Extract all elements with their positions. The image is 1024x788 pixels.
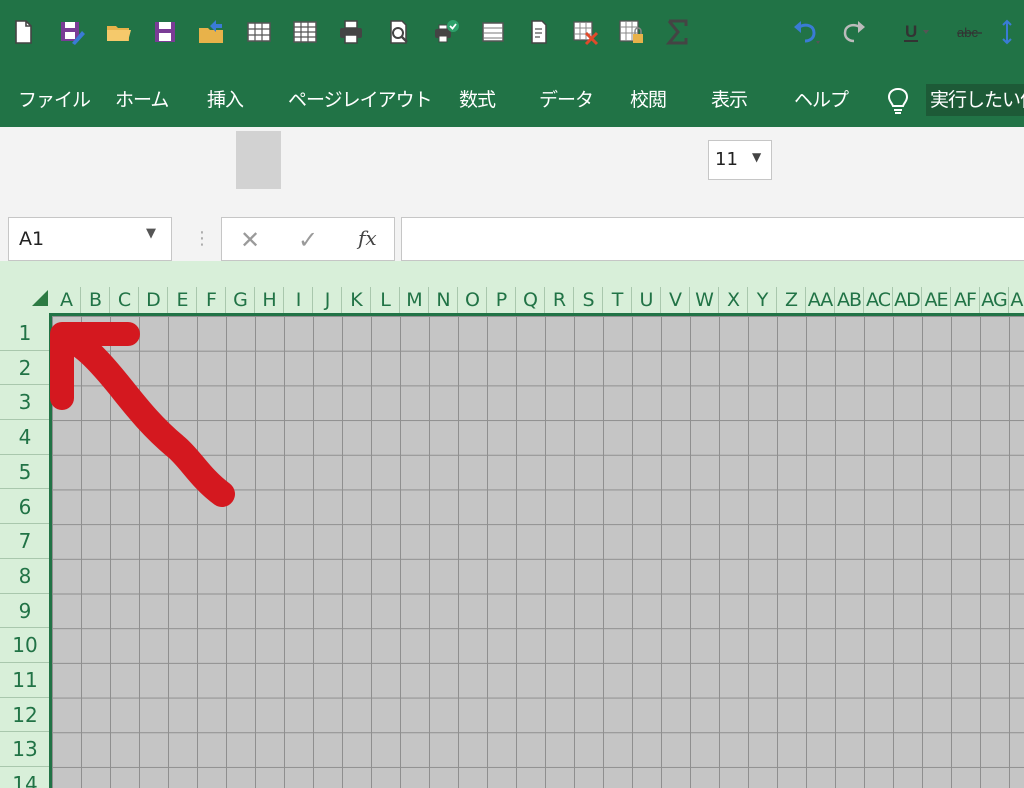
save-as-icon[interactable]	[56, 17, 86, 47]
column-header-c[interactable]: C	[110, 287, 139, 313]
sum-icon[interactable]	[662, 17, 692, 47]
undo-icon[interactable]	[790, 17, 820, 47]
column-header-t[interactable]: T	[603, 287, 632, 313]
column-header-m[interactable]: M	[400, 287, 429, 313]
redo-icon[interactable]	[840, 17, 870, 47]
row-header-10[interactable]: 10	[0, 628, 50, 663]
formula-buttons: ✕ ✓ fx	[221, 217, 395, 261]
menu-review[interactable]: 校閲	[630, 80, 667, 120]
column-header-ac[interactable]: AC	[864, 287, 893, 313]
row-header-11[interactable]: 11	[0, 663, 50, 698]
column-header-j[interactable]: J	[313, 287, 342, 313]
row-headers: 1 2 3 4 5 6 7 8 9 10 11 12 13 14	[0, 316, 52, 788]
recent-folder-icon[interactable]	[196, 17, 226, 47]
print-icon[interactable]	[336, 17, 366, 47]
row-header-5[interactable]: 5	[0, 455, 50, 490]
save-icon[interactable]	[150, 17, 180, 47]
column-header-x[interactable]: X	[719, 287, 748, 313]
column-header-z[interactable]: Z	[777, 287, 806, 313]
menu-formulas[interactable]: 数式	[459, 80, 496, 120]
chevron-down-icon[interactable]: ▼	[752, 150, 761, 164]
enter-icon[interactable]: ✓	[298, 226, 318, 254]
insert-function-icon[interactable]: fx	[358, 226, 377, 250]
selection-border-top	[52, 313, 1024, 316]
row-header-6[interactable]: 6	[0, 490, 50, 525]
menu-page-layout[interactable]: ページレイアウト	[288, 80, 433, 120]
sort-icon[interactable]	[1000, 17, 1024, 47]
column-header-ab[interactable]: AB	[835, 287, 864, 313]
column-header-ad[interactable]: AD	[893, 287, 922, 313]
column-header-g[interactable]: G	[226, 287, 255, 313]
lightbulb-icon[interactable]	[884, 86, 912, 116]
row-header-14[interactable]: 14	[0, 767, 50, 788]
row-header-2[interactable]: 2	[0, 351, 50, 386]
chevron-down-icon[interactable]: ▼	[146, 226, 156, 241]
underline-icon[interactable]: U	[900, 17, 930, 47]
menu-file[interactable]: ファイル	[18, 80, 91, 120]
strikethrough-icon[interactable]: abc	[956, 17, 986, 47]
menu-home[interactable]: ホーム	[115, 80, 169, 120]
printer-check-icon[interactable]	[432, 17, 462, 47]
column-header-h[interactable]: H	[255, 287, 284, 313]
column-header-p[interactable]: P	[487, 287, 516, 313]
column-header-af[interactable]: AF	[951, 287, 980, 313]
column-header-e[interactable]: E	[168, 287, 197, 313]
column-header-aa[interactable]: AA	[806, 287, 835, 313]
column-header-k[interactable]: K	[342, 287, 371, 313]
tell-me-search[interactable]: 実行したい作	[926, 84, 1024, 116]
grid-icon[interactable]	[244, 17, 274, 47]
print-preview-icon[interactable]	[384, 17, 414, 47]
column-header-l[interactable]: L	[371, 287, 400, 313]
row-header-13[interactable]: 13	[0, 732, 50, 768]
menu-insert[interactable]: 挿入	[207, 80, 244, 120]
row-header-1[interactable]: 1	[0, 316, 50, 351]
menu-view[interactable]: 表示	[711, 80, 748, 120]
row-header-3[interactable]: 3	[0, 385, 50, 421]
svg-text:U: U	[905, 22, 917, 41]
form-icon[interactable]	[478, 17, 508, 47]
column-header-n[interactable]: N	[429, 287, 458, 313]
cell-grid[interactable]	[52, 316, 1024, 788]
column-header-y[interactable]: Y	[748, 287, 777, 313]
menu-data[interactable]: データ	[539, 80, 594, 120]
column-header-w[interactable]: W	[690, 287, 719, 313]
column-header-f[interactable]: F	[197, 287, 226, 313]
formula-input[interactable]	[401, 217, 1024, 261]
column-header-r[interactable]: R	[545, 287, 574, 313]
protect-sheet-icon[interactable]	[616, 17, 646, 47]
open-folder-icon[interactable]	[104, 17, 134, 47]
row-header-8[interactable]: 8	[0, 559, 50, 594]
column-header-ae[interactable]: AE	[922, 287, 951, 313]
new-file-icon[interactable]	[8, 17, 38, 47]
row-header-4[interactable]: 4	[0, 420, 50, 455]
column-headers: A B C D E F G H I J K L M N O P Q R S T U V W X Y Z AA AB AC AD AE AF AG…	[0, 261, 1024, 316]
document-icon[interactable]	[524, 17, 554, 47]
column-header-d[interactable]: D	[139, 287, 168, 313]
column-header-ah[interactable]: AH	[1009, 287, 1024, 313]
menu-help[interactable]: ヘルプ	[794, 80, 849, 120]
row-header-12[interactable]: 12	[0, 698, 50, 733]
grid-alt-icon[interactable]	[290, 17, 320, 47]
formula-bar-separator: ⋮	[193, 228, 211, 249]
select-all-button[interactable]	[32, 290, 48, 306]
delete-sheet-icon[interactable]	[570, 17, 600, 47]
toolbar-selected-highlight	[236, 131, 281, 189]
font-size-select[interactable]: 11	[708, 140, 772, 180]
column-header-q[interactable]: Q	[516, 287, 545, 313]
column-header-b[interactable]: B	[81, 287, 110, 313]
row-header-7[interactable]: 7	[0, 524, 50, 559]
quick-access-toolbar	[0, 127, 1024, 195]
column-header-s[interactable]: S	[574, 287, 603, 313]
menu-bar: ファイル ホーム 挿入 ページレイアウト 数式 データ 校閲 表示 ヘルプ	[0, 80, 1024, 120]
column-header-i[interactable]: I	[284, 287, 313, 313]
column-header-ag[interactable]: AG	[980, 287, 1009, 313]
column-header-u[interactable]: U	[632, 287, 661, 313]
column-header-a[interactable]: A	[52, 287, 81, 313]
cancel-icon[interactable]: ✕	[240, 226, 260, 254]
column-header-v[interactable]: V	[661, 287, 690, 313]
row-header-9[interactable]: 9	[0, 594, 50, 629]
selection-border-left	[49, 313, 52, 788]
column-header-o[interactable]: O	[458, 287, 487, 313]
